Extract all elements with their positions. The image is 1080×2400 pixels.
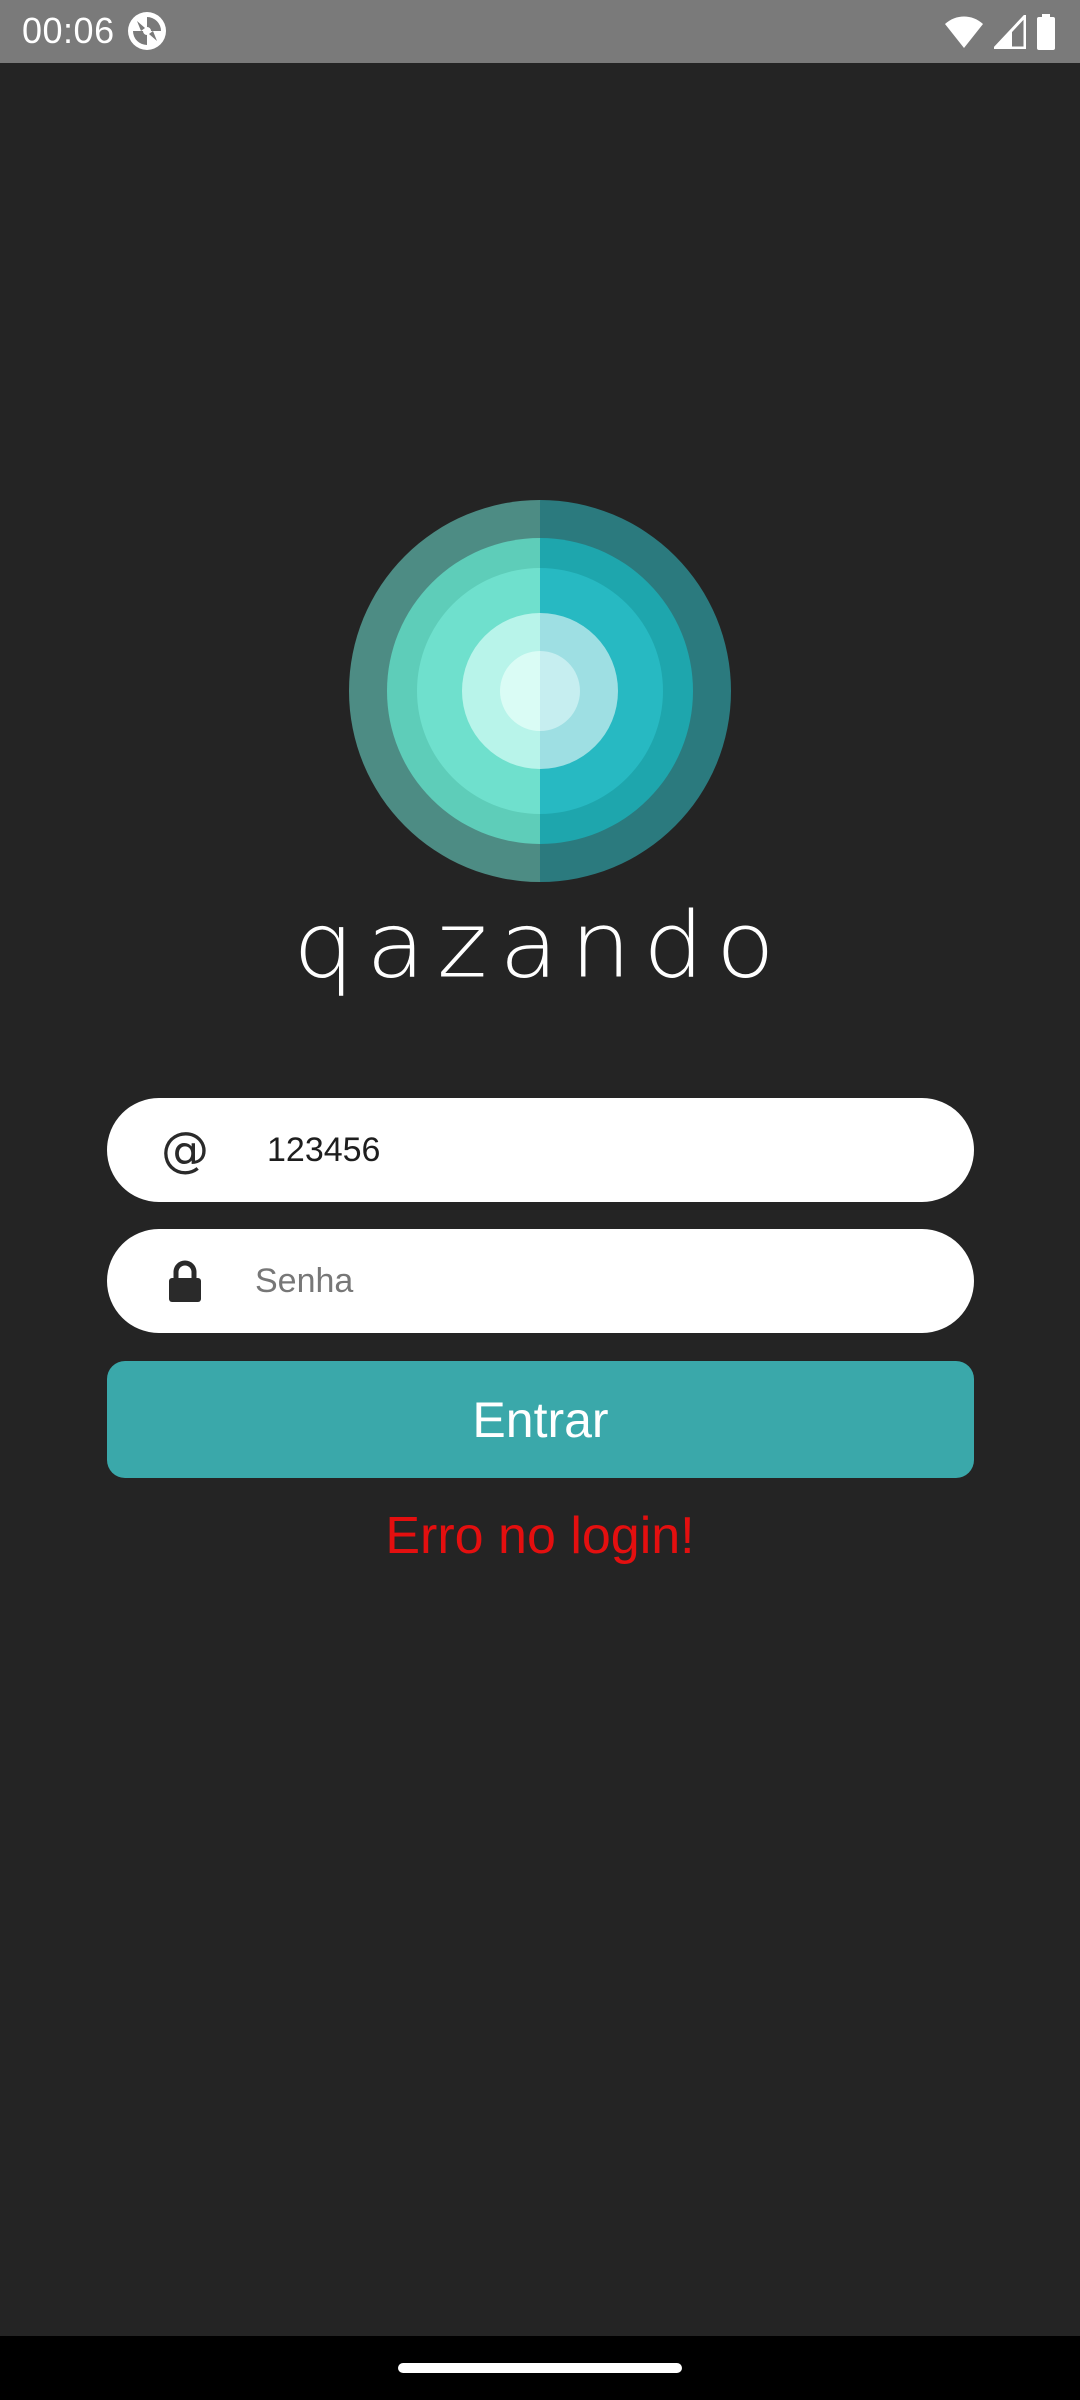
email-field[interactable]: @ [107,1098,974,1202]
logo-wordmark: qazando [293,891,787,999]
home-indicator[interactable] [398,2363,682,2373]
app-notification-icon [128,12,166,50]
login-screen: 00:06 qazando @ 123456 Entrar Erro no lo… [0,0,1080,2400]
at-icon: @ [161,1122,209,1178]
lock-icon [155,1229,215,1333]
status-time: 00:06 [22,10,115,51]
password-input[interactable] [255,1229,935,1333]
login-button[interactable]: Entrar [107,1361,974,1478]
login-error-message: Erro no login! [385,1507,695,1565]
battery-icon [1037,14,1055,50]
cellular-signal-icon [994,15,1026,49]
status-bar: 00:06 [0,0,1080,63]
email-input[interactable] [267,1098,947,1202]
status-icons [944,12,1056,52]
navigation-bar [0,2336,1080,2400]
wifi-icon [945,16,983,48]
qazando-logo-icon [349,500,731,882]
password-field[interactable] [107,1229,974,1333]
